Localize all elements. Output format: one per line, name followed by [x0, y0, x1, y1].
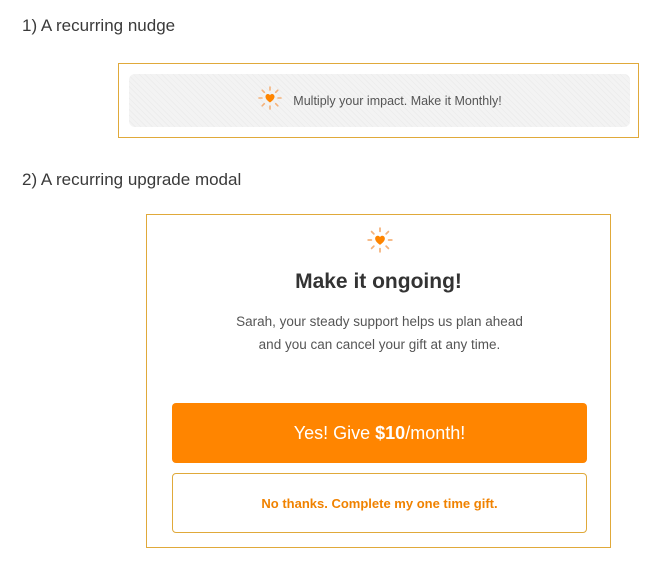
modal-body-line: and you can cancel your gift at any time…	[258, 337, 501, 352]
recurring-upgrade-modal: Make it ongoing! Sarah, your steady supp…	[146, 214, 611, 548]
give-monthly-amount: $10	[375, 422, 406, 443]
heart-sparkle-icon	[257, 85, 283, 116]
recurring-nudge-frame: Multiply your impact. Make it Monthly!	[118, 63, 639, 138]
modal-title: Make it ongoing!	[295, 270, 462, 293]
give-monthly-prefix: Yes! Give	[293, 422, 376, 443]
heart-sparkle-icon	[366, 226, 394, 259]
modal-body-text: Sarah, your steady support helps us plan…	[187, 310, 572, 356]
give-monthly-suffix: /month!	[405, 422, 466, 443]
give-monthly-button[interactable]: Yes! Give $10 /month!	[172, 403, 587, 463]
modal-section-heading: 2) A recurring upgrade modal	[22, 170, 242, 189]
nudge-text: Multiply your impact. Make it Monthly!	[293, 93, 502, 108]
one-time-gift-button[interactable]: No thanks. Complete my one time gift.	[172, 473, 587, 533]
nudge-section-heading: 1) A recurring nudge	[22, 16, 176, 35]
modal-body-line: Sarah, your steady support helps us plan…	[236, 314, 523, 329]
recurring-nudge-banner[interactable]: Multiply your impact. Make it Monthly!	[129, 74, 630, 127]
